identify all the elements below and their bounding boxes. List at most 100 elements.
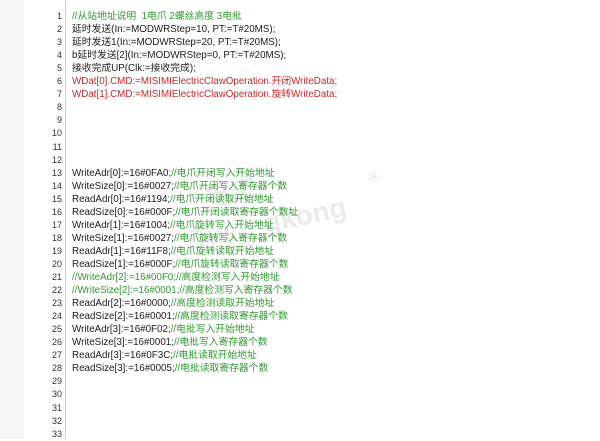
code-statement-highlight: WDat[1].CMD:=MISIMIElectricClawOperation… — [72, 89, 338, 101]
line-number: 2 — [56, 24, 62, 35]
code-statement: 延时发送(In:=MODWRStep=10, PT:=T#20MS); — [72, 24, 276, 36]
line-number: 20 — [51, 258, 62, 269]
line-content[interactable]: ReadAdr[1]:=16#11F8;//电爪旋转读取开始地址 — [72, 245, 274, 258]
code-line[interactable]: 27 ReadAdr[3]:=16#0F3C;//电批读取开始地址 — [0, 349, 600, 362]
code-line[interactable]: 24 ReadSize[2]:=16#0001;//高度检测读取寄存器个数 — [0, 310, 600, 323]
line-content[interactable]: ReadAdr[2]:=16#0000;//高度检测读取开始地址 — [72, 297, 274, 310]
line-content[interactable]: ReadSize[1]:=16#000F;//电爪旋转读取寄存器个数 — [72, 258, 288, 271]
code-comment: //电爪开闭读取开始地址 — [170, 193, 274, 205]
code-line[interactable]: 17 WriteAdr[1]:=16#1004;//电爪旋转写入开始地址 — [0, 219, 600, 232]
line-content[interactable]: ReadSize[2]:=16#0001;//高度检测读取寄存器个数 — [72, 310, 288, 323]
code-line[interactable]: 18 WriteSize[1]:=16#0027;//电爪旋转写入寄存器个数 — [0, 232, 600, 245]
line-number: 29 — [51, 376, 62, 387]
line-number: 25 — [51, 324, 62, 335]
line-number: 22 — [51, 285, 62, 296]
line-content[interactable]: ReadSize[3]:=16#0005;//电批读取寄存器个数 — [72, 362, 268, 375]
code-statement: WriteSize[1]:=16#0027; — [72, 232, 174, 244]
code-line[interactable]: 14 WriteSize[0]:=16#0027;//电爪开闭写入寄存器个数 — [0, 180, 600, 193]
code-line[interactable]: 1 //从站地址说明 1电爪 2螺丝高度 3电批 — [0, 10, 600, 23]
line-number: 4 — [56, 50, 62, 61]
code-comment: //电批写入开始地址 — [170, 324, 255, 336]
code-comment: //电批写入寄存器个数 — [173, 337, 268, 349]
line-number: 13 — [51, 167, 62, 178]
line-number: 15 — [51, 193, 62, 204]
line-number: 27 — [51, 350, 62, 361]
line-content[interactable]: WriteAdr[0]:=16#0FA0;//电爪开闭写入开始地址 — [72, 167, 275, 180]
line-number: 23 — [51, 298, 62, 309]
line-content[interactable]: WDat[1].CMD:=MISIMIElectricClawOperation… — [72, 88, 337, 101]
line-number: 17 — [51, 219, 62, 230]
code-line[interactable]: 29 — [0, 375, 600, 388]
line-content[interactable]: //WriteSize[2]:=16#0001;//高度检测写入寄存器个数 — [72, 284, 293, 297]
code-line[interactable]: 26 WriteSize[3]:=16#0001;//电批写入寄存器个数 — [0, 336, 600, 349]
code-statement: ReadAdr[3]:=16#0F3C; — [72, 350, 174, 362]
code-line[interactable]: 11 — [0, 141, 600, 154]
line-content[interactable]: WDat[0].CMD:=MISIMIElectricClawOperation… — [72, 75, 337, 88]
code-line[interactable]: 9 — [0, 114, 600, 127]
code-statement: WriteAdr[1]:=16#1004; — [72, 219, 171, 231]
code-line[interactable]: 20 ReadSize[1]:=16#000F;//电爪旋转读取寄存器个数 — [0, 258, 600, 271]
line-content[interactable]: WriteSize[3]:=16#0001;//电批写入寄存器个数 — [72, 336, 268, 349]
code-line[interactable]: 30 — [0, 388, 600, 401]
code-line[interactable]: 8 — [0, 101, 600, 114]
code-statement-highlight: WDat[0].CMD:=MISIMIElectricClawOperation… — [72, 76, 338, 88]
line-number: 9 — [56, 115, 62, 126]
code-statement: ReadAdr[0]:=16#1194; — [72, 193, 171, 205]
line-number: 8 — [56, 102, 62, 113]
line-content[interactable]: WriteAdr[1]:=16#1004;//电爪旋转写入开始地址 — [72, 219, 274, 232]
code-line[interactable]: 3 延时发送1(In:=MODWRStep=20, PT:=T#20MS); — [0, 36, 600, 49]
code-statement: b延时发送[2](In:=MODWRStep=0, PT:=T#20MS); — [72, 50, 287, 62]
line-content[interactable]: b延时发送[2](In:=MODWRStep=0, PT:=T#20MS); — [72, 49, 286, 62]
line-content[interactable]: ReadAdr[0]:=16#1194;//电爪开闭读取开始地址 — [72, 193, 274, 206]
code-line[interactable]: 21 //WriteAdr[2]:=16#00F0;//高度检测写入开始地址 — [0, 271, 600, 284]
code-line[interactable]: 7 WDat[1].CMD:=MISIMIElectricClawOperatio… — [0, 88, 600, 101]
code-editor[interactable]: 1 //从站地址说明 1电爪 2螺丝高度 3电批 2 延时发送(In:=MODWRSt… — [0, 0, 600, 439]
code-line[interactable]: 22 //WriteSize[2]:=16#0001;//高度检测写入寄存器个数 — [0, 284, 600, 297]
code-line[interactable]: 13 WriteAdr[0]:=16#0FA0;//电爪开闭写入开始地址 — [0, 167, 600, 180]
line-content[interactable]: WriteSize[0]:=16#0027;//电爪开闭写入寄存器个数 — [72, 180, 287, 193]
line-number: 7 — [56, 89, 62, 100]
code-statement: WriteAdr[3]:=16#0F02; — [72, 324, 171, 336]
code-line[interactable]: 25 WriteAdr[3]:=16#0F02;//电批写入开始地址 — [0, 323, 600, 336]
code-line[interactable]: 10 — [0, 127, 600, 140]
line-content[interactable]: ReadSize[0]:=16#000F;//电爪开闭读取寄存器个数址 — [72, 206, 298, 219]
line-number: 3 — [56, 37, 62, 48]
code-statement: ReadSize[0]:=16#000F; — [72, 206, 176, 218]
code-line[interactable]: 15 ReadAdr[0]:=16#1194;//电爪开闭读取开始地址 — [0, 193, 600, 206]
code-line[interactable]: 31 — [0, 402, 600, 415]
line-content[interactable]: 延时发送1(In:=MODWRStep=20, PT:=T#20MS); — [72, 36, 281, 49]
line-content[interactable]: WriteAdr[3]:=16#0F02;//电批写入开始地址 — [72, 323, 255, 336]
code-line[interactable]: 2 延时发送(In:=MODWRStep=10, PT:=T#20MS); — [0, 23, 600, 36]
line-number: 30 — [51, 389, 62, 400]
line-content[interactable]: WriteSize[1]:=16#0027;//电爪旋转写入寄存器个数 — [72, 232, 287, 245]
code-statement: ReadSize[1]:=16#000F; — [72, 258, 176, 270]
code-line[interactable]: 5 接收完成UP(Clk:=接收完成); — [0, 62, 600, 75]
line-content[interactable]: //从站地址说明 1电爪 2螺丝高度 3电批 — [72, 10, 242, 23]
code-line[interactable]: 4 b延时发送[2](In:=MODWRStep=0, PT:=T#20MS); — [0, 49, 600, 62]
line-content[interactable]: ReadAdr[3]:=16#0F3C;//电批读取开始地址 — [72, 349, 257, 362]
code-line[interactable]: 23 ReadAdr[2]:=16#0000;//高度检测读取开始地址 — [0, 297, 600, 310]
code-line[interactable]: 12 — [0, 154, 600, 167]
code-comment: //高度检测读取开始地址 — [170, 298, 275, 310]
line-content[interactable]: //WriteAdr[2]:=16#00F0;//高度检测写入开始地址 — [72, 271, 280, 284]
line-number: 18 — [51, 232, 62, 243]
line-number: 14 — [51, 180, 62, 191]
code-line[interactable]: 32 — [0, 415, 600, 428]
code-line[interactable]: 28 ReadSize[3]:=16#0005;//电批读取寄存器个数 — [0, 362, 600, 375]
code-comment: //电批读取寄存器个数 — [174, 363, 269, 375]
line-number: 31 — [51, 402, 62, 413]
code-comment: //电爪旋转写入开始地址 — [170, 219, 274, 231]
code-line[interactable]: 6 WDat[0].CMD:=MISIMIElectricClawOperatio… — [0, 75, 600, 88]
code-line[interactable]: 19 ReadAdr[1]:=16#11F8;//电爪旋转读取开始地址 — [0, 245, 600, 258]
code-line[interactable]: 16 ReadSize[0]:=16#000F;//电爪开闭读取寄存器个数址 — [0, 206, 600, 219]
code-statement: WriteAdr[0]:=16#0FA0; — [72, 167, 172, 179]
line-content[interactable]: 延时发送(In:=MODWRStep=10, PT:=T#20MS); — [72, 23, 275, 36]
code-comment: //电爪旋转读取开始地址 — [170, 245, 275, 257]
code-comment: //高度检测读取寄存器个数 — [174, 311, 288, 323]
code-statement: ReadSize[2]:=16#0001; — [72, 311, 175, 323]
code-comment: //电批读取开始地址 — [173, 350, 257, 362]
line-number: 28 — [51, 363, 62, 374]
line-content[interactable]: 接收完成UP(Clk:=接收完成); — [72, 62, 196, 75]
line-number: 21 — [51, 272, 62, 282]
line-number: 10 — [51, 128, 62, 139]
